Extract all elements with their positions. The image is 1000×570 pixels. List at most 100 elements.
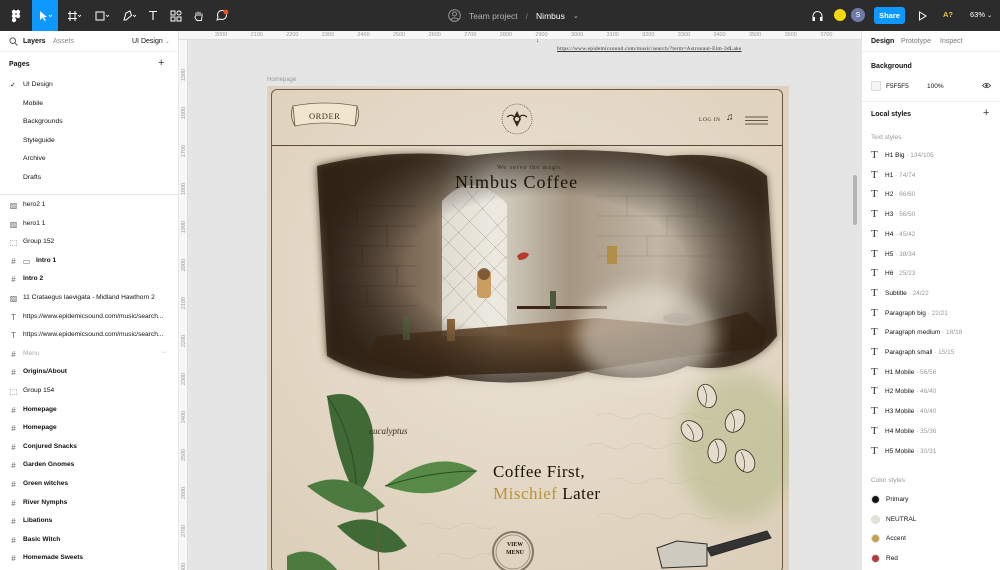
layer-row[interactable]: ▨ 11 Crataegus laevigata - Midland Hawtho… xyxy=(0,289,179,308)
layer-row[interactable]: # Homepage xyxy=(0,401,179,420)
pages-list: ✓ UI Design Mobile Backgrounds Styleguide Arc… xyxy=(0,76,178,188)
layer-row[interactable]: ▨ hero2 1 xyxy=(0,196,179,215)
text-style-name: Paragraph small xyxy=(885,349,933,356)
divider xyxy=(862,101,1000,102)
ruler-vertical: 1500 1600 1700 1800 1900 2000 2100 2200 2300 2400… xyxy=(179,40,188,570)
tab-prototype[interactable]: Prototype xyxy=(901,38,931,45)
zoom-level[interactable]: 63% ⌄ xyxy=(970,10,992,19)
tab-inspect[interactable]: Inspect xyxy=(940,38,963,45)
layer-row[interactable]: # Homepage xyxy=(0,419,179,438)
layer-row[interactable]: # Garden Gnomes xyxy=(0,456,179,475)
page-item[interactable]: Styleguide xyxy=(0,132,178,151)
layer-row[interactable]: # Libations xyxy=(0,512,179,531)
page-item[interactable]: Archive xyxy=(0,150,178,169)
background-swatch[interactable] xyxy=(871,81,881,91)
frame-label[interactable]: Homepage xyxy=(267,77,296,83)
layer-row[interactable]: ⬚ Group 154 xyxy=(0,382,179,401)
layer-row[interactable]: Thttps://www.epidemicsound.com/music/sea… xyxy=(0,326,179,345)
page-item-label: Drafts xyxy=(23,173,42,181)
text-style-size: · 15/15 xyxy=(932,349,955,356)
text-style-name: H1 Big xyxy=(885,152,905,159)
present-button[interactable] xyxy=(915,0,929,31)
move-tool-button[interactable] xyxy=(32,0,58,31)
text-style-icon: T xyxy=(871,444,878,457)
ruler-tick-label: 1700 xyxy=(181,144,187,158)
canvas[interactable]: 2000 2100 2200 2300 2400 2500 2600 2700 2800 2900… xyxy=(179,31,861,570)
layer-row[interactable]: # Intro 2 xyxy=(0,270,179,289)
ruler-tick-label: 2500 xyxy=(393,32,406,38)
text-style-icon: T xyxy=(871,247,878,260)
homepage-frame[interactable]: ORDER LOG IN ♫ We serve the magic Nimbus… xyxy=(267,86,789,570)
text-style-size: · 25/23 xyxy=(893,270,916,278)
file-name[interactable]: Nimbus xyxy=(536,11,565,21)
frame-tool-button[interactable] xyxy=(62,0,86,31)
tab-layers[interactable]: Layers xyxy=(23,38,46,45)
eye-icon[interactable] xyxy=(982,82,991,89)
page-item[interactable]: Mobile xyxy=(0,95,178,114)
search-icon[interactable] xyxy=(9,37,18,46)
resources-button[interactable] xyxy=(167,0,185,31)
page-item[interactable]: Drafts xyxy=(0,169,178,188)
chevron-down-icon[interactable]: ⌄ xyxy=(573,12,579,20)
ruler-tick-label: 3500 xyxy=(749,32,762,38)
text-style-icon: T xyxy=(871,208,878,221)
layer-row[interactable]: # Homemade Sweets xyxy=(0,549,179,568)
text-tool-button[interactable] xyxy=(144,0,162,31)
page-select[interactable]: UI Design ⌄ xyxy=(132,38,170,45)
layer-row[interactable]: Thttps://www.epidemicsound.com/music/sea… xyxy=(0,308,179,327)
layer-row[interactable]: ⬚ Group 152 xyxy=(0,233,179,252)
text-style-label: H1 Mobile · 56/56 xyxy=(885,369,936,376)
music-note-icon[interactable]: ♫ xyxy=(726,112,734,123)
add-style-button[interactable]: + xyxy=(983,107,989,119)
shape-tool-button[interactable] xyxy=(90,0,114,31)
share-button[interactable]: Share xyxy=(874,7,905,24)
main-menu-button[interactable] xyxy=(4,0,28,31)
comment-tool-button[interactable] xyxy=(213,0,231,31)
frame-icon: # xyxy=(11,256,16,266)
tab-design[interactable]: Design xyxy=(871,38,894,45)
background-opacity[interactable]: 100% xyxy=(927,83,944,90)
ai-badge[interactable]: A? xyxy=(943,10,953,19)
collaborator-avatar[interactable] xyxy=(833,8,847,22)
layer-row[interactable]: # Menu ⌣ xyxy=(0,345,179,364)
pen-tool-button[interactable] xyxy=(117,0,141,31)
rectangle-icon xyxy=(95,11,109,20)
layer-name: Homepage xyxy=(23,424,57,432)
text-style-label: H2 · 66/60 xyxy=(885,191,915,198)
add-page-button[interactable]: + xyxy=(158,57,164,69)
layer-row[interactable]: # ▭ Intro 1 xyxy=(0,252,179,271)
hero-tagline: We serve the magic xyxy=(497,164,563,171)
text-icon: T xyxy=(11,312,16,322)
tab-assets[interactable]: Assets xyxy=(53,38,74,45)
headline-line-2: Mischief Later xyxy=(493,484,601,504)
layer-row[interactable]: # Green witches xyxy=(0,475,179,494)
components-icon xyxy=(170,10,182,21)
order-button[interactable]: ORDER xyxy=(309,111,340,121)
page-item[interactable]: Backgrounds xyxy=(0,113,178,132)
page-item[interactable]: ✓ UI Design xyxy=(0,76,178,95)
layer-row[interactable]: # Conjured Snacks xyxy=(0,438,179,457)
layer-name: Garden Gnomes xyxy=(23,461,75,469)
audio-button[interactable] xyxy=(808,0,826,31)
script-label: eucalyptus xyxy=(369,426,408,436)
view-menu-button[interactable]: VIEW MENU xyxy=(503,541,527,557)
canvas-scrollbar[interactable] xyxy=(853,175,857,225)
layer-row[interactable]: # Basic Witch xyxy=(0,531,179,550)
background-hex[interactable]: F5F5F5 xyxy=(886,83,909,90)
color-style-name: Accent xyxy=(886,535,906,543)
layer-row[interactable]: # River Nymphs xyxy=(0,494,179,513)
layer-name: Green witches xyxy=(23,479,69,487)
team-name[interactable]: Team project xyxy=(469,11,518,21)
text-style-label: Paragraph small · 15/15 xyxy=(885,349,954,356)
hand-tool-button[interactable] xyxy=(190,0,208,31)
nimbus-logo-icon[interactable] xyxy=(499,101,535,137)
link-text-layer[interactable]: https://www.epidemicsound.com/music/sear… xyxy=(557,46,742,52)
hamburger-menu-icon[interactable] xyxy=(745,116,768,125)
layer-row[interactable]: # Origins/About xyxy=(0,363,179,382)
user-avatar[interactable]: S xyxy=(851,8,865,22)
layer-row[interactable]: ▨ hero1 1 xyxy=(0,215,179,234)
color-swatch xyxy=(871,534,880,544)
login-link[interactable]: LOG IN xyxy=(699,117,720,123)
collapse-icon[interactable]: ⌣ xyxy=(162,349,167,357)
text-style-size: · 35/36 xyxy=(914,427,937,435)
